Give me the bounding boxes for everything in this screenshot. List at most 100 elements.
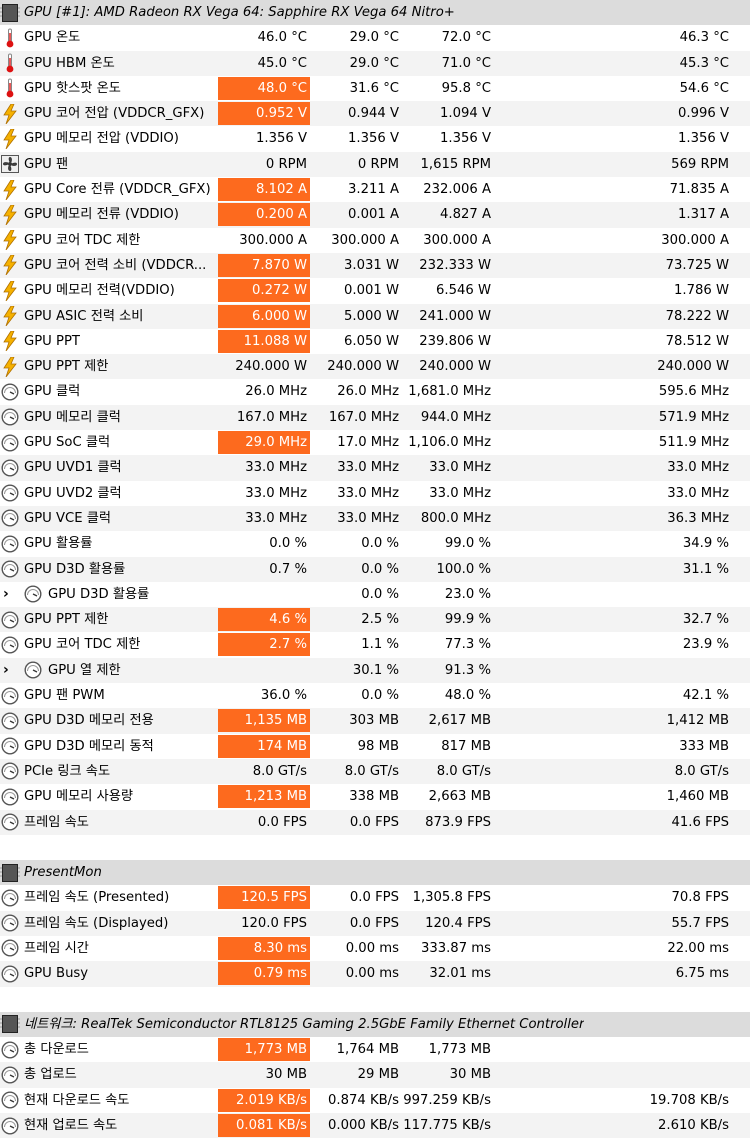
- sensor-row[interactable]: GPU ASIC 전력 소비 6.000 W 5.000 W 241.000 W 78.…: [0, 303, 750, 329]
- sensor-row[interactable]: 프레임 속도 (Displayed) 120.0 FPS 0.0 FPS 120.4 …: [0, 910, 750, 936]
- max-value: 72.0 °C: [441, 30, 491, 46]
- sensor-label: 프레임 속도 (Displayed): [24, 915, 169, 931]
- sensor-row[interactable]: GPU HBM 온도 45.0 °C 29.0 °C 71.0 °C 45.3 °C: [0, 50, 750, 76]
- sensor-row[interactable]: GPU 메모리 클럭 167.0 MHz 167.0 MHz 944.0 MHz 571…: [0, 404, 750, 431]
- sensor-row[interactable]: GPU 활용률 0.0 % 0.0 % 99.0 % 34.9 %: [0, 531, 750, 556]
- max-value: 333.87 ms: [420, 940, 491, 956]
- clock-icon: [0, 634, 20, 655]
- sensor-label: GPU 팬 PWM: [24, 688, 105, 704]
- min-value: 0.874 KB/s: [328, 1092, 399, 1108]
- sensor-table: GPU [#1]: AMD Radeon RX Vega 64: Sapphir…: [0, 0, 750, 1138]
- section-title: PresentMon: [24, 865, 102, 881]
- sensor-row[interactable]: GPU 코어 TDC 제한 2.7 % 1.1 % 77.3 % 23.9 %: [0, 632, 750, 657]
- sensor-label: GPU 코어 전력 소비 (VDDCR...: [24, 257, 207, 273]
- sensor-row[interactable]: GPU 팬 PWM 36.0 % 0.0 % 48.0 % 42.1 %: [0, 683, 750, 708]
- thermometer-icon: [0, 27, 20, 48]
- sensor-row[interactable]: GPU 팬 0 RPM 0 RPM 1,615 RPM 569 RPM: [0, 151, 750, 178]
- sensor-row[interactable]: GPU 메모리 전류 (VDDIO) 0.200 A 0.001 A 4.827 A 1…: [0, 202, 750, 228]
- sensor-row[interactable]: GPU D3D 메모리 동적 174 MB 98 MB 817 MB 333 MB: [0, 734, 750, 759]
- min-value: 5.000 W: [344, 308, 399, 324]
- sensor-label: 프레임 속도: [24, 814, 89, 830]
- sensor-row[interactable]: GPU 코어 TDC 제한 300.000 A 300.000 A 300.000 A…: [0, 228, 750, 253]
- sensor-label: GPU 코어 TDC 제한: [24, 637, 141, 653]
- sensor-row[interactable]: GPU PPT 제한 4.6 % 2.5 % 99.9 % 32.7 %: [0, 607, 750, 633]
- max-value: 100.0 %: [436, 561, 491, 577]
- section-title: GPU [#1]: AMD Radeon RX Vega 64: Sapphir…: [24, 5, 455, 20]
- max-value: 873.9 FPS: [425, 814, 491, 830]
- expand-arrow-icon[interactable]: ›: [3, 582, 9, 607]
- min-value: 33.0 MHz: [337, 460, 399, 476]
- sensor-row[interactable]: GPU PPT 제한 240.000 W 240.000 W 240.000 W 240…: [0, 354, 750, 380]
- thermometer-icon: [0, 53, 20, 74]
- sensor-row[interactable]: GPU VCE 클럭 33.0 MHz 33.0 MHz 800.0 MHz 36.3 …: [0, 505, 750, 532]
- current-value: 174 MB: [218, 734, 310, 758]
- sensor-row[interactable]: GPU D3D 메모리 전용 1,135 MB 303 MB 2,617 MB 1,41…: [0, 708, 750, 734]
- expand-arrow-icon[interactable]: ›: [3, 658, 9, 683]
- avg-value: 36.3 MHz: [667, 510, 729, 526]
- sensor-label: GPU Core 전류 (VDDCR_GFX): [24, 182, 211, 198]
- sensor-row[interactable]: GPU 메모리 사용량 1,213 MB 338 MB 2,663 MB 1,460 M…: [0, 784, 750, 809]
- sensor-row[interactable]: 프레임 시간 8.30 ms 0.00 ms 333.87 ms 22.00 ms: [0, 936, 750, 961]
- sensor-label: GPU D3D 메모리 전용: [24, 713, 154, 729]
- sensor-row[interactable]: GPU Core 전류 (VDDCR_GFX) 8.102 A 3.211 A 232…: [0, 177, 750, 202]
- sensor-row[interactable]: PCIe 링크 속도 8.0 GT/s 8.0 GT/s 8.0 GT/s 8.0 GT…: [0, 758, 750, 785]
- sensor-row[interactable]: 프레임 속도 0.0 FPS 0.0 FPS 873.9 FPS 41.6 FPS: [0, 809, 750, 835]
- sensor-label: 프레임 시간: [24, 940, 89, 956]
- sensor-row[interactable]: 현재 업로드 속도 0.081 KB/s 0.000 KB/s 117.775 KB/…: [0, 1113, 750, 1138]
- sensor-row[interactable]: GPU Busy 0.79 ms 0.00 ms 32.01 ms 6.75 ms: [0, 961, 750, 987]
- avg-value: 1.317 A: [678, 207, 729, 223]
- current-value: 0.79 ms: [218, 962, 310, 986]
- sensor-row[interactable]: GPU 메모리 전압 (VDDIO) 1.356 V 1.356 V 1.356 V 1…: [0, 126, 750, 151]
- sensor-row[interactable]: GPU PPT 11.088 W 6.050 W 239.806 W 78.512 W: [0, 329, 750, 354]
- current-value: 1.356 V: [256, 131, 307, 147]
- max-value: 6.546 W: [436, 283, 491, 299]
- section-header[interactable]: 네트워크: RealTek Semiconductor RTL8125 Gami…: [0, 1011, 750, 1038]
- min-value: 1,764 MB: [336, 1042, 399, 1058]
- max-value: 48.0 %: [444, 688, 491, 704]
- sensor-row[interactable]: GPU 코어 전압 (VDDCR_GFX) 0.952 V 0.944 V 1.094…: [0, 101, 750, 127]
- sensor-row[interactable]: GPU 클럭 26.0 MHz 26.0 MHz 1,681.0 MHz 595.6 M…: [0, 379, 750, 404]
- sensor-row[interactable]: GPU UVD2 클럭 33.0 MHz 33.0 MHz 33.0 MHz 33.0 …: [0, 481, 750, 506]
- sensor-row[interactable]: GPU SoC 클럭 29.0 MHz 17.0 MHz 1,106.0 MHz 511…: [0, 430, 750, 455]
- max-value: 944.0 MHz: [420, 409, 491, 425]
- max-value: 241.000 W: [419, 308, 491, 324]
- sensor-row[interactable]: 총 업로드 30 MB 29 MB 30 MB: [0, 1062, 750, 1088]
- section-title: 네트워크: RealTek Semiconductor RTL8125 Gami…: [24, 1016, 585, 1032]
- sensor-row[interactable]: GPU 코어 전력 소비 (VDDCR... 7.870 W 3.031 W 232.…: [0, 252, 750, 279]
- sensor-row[interactable]: › GPU D3D 활용률 0.0 % 23.0 %: [0, 582, 750, 607]
- fan-icon: [0, 154, 20, 175]
- min-value: 29.0 °C: [349, 55, 399, 71]
- section-header[interactable]: PresentMon: [0, 860, 750, 886]
- sensor-row[interactable]: GPU D3D 활용률 0.7 % 0.0 % 100.0 % 31.1 %: [0, 556, 750, 582]
- max-value: 997.259 KB/s: [403, 1092, 491, 1108]
- clock-icon: [0, 812, 20, 833]
- min-value: 0.0 FPS: [349, 814, 399, 830]
- max-value: 99.0 %: [444, 536, 491, 552]
- sensor-row[interactable]: GPU 핫스팟 온도 48.0 °C 31.6 °C 95.8 °C 54.6 °C: [0, 76, 750, 101]
- clock-icon: [0, 483, 20, 504]
- avg-value: 569 RPM: [671, 156, 729, 172]
- avg-value: 41.6 FPS: [671, 814, 729, 830]
- min-value: 300.000 A: [331, 232, 399, 248]
- avg-value: 595.6 MHz: [658, 384, 729, 400]
- current-value: 0.200 A: [218, 203, 310, 227]
- lightning-icon: [0, 306, 20, 327]
- current-value: 1,135 MB: [218, 709, 310, 733]
- chip-icon: [0, 2, 20, 23]
- sensor-row[interactable]: 총 다운로드 1,773 MB 1,764 MB 1,773 MB: [0, 1037, 750, 1062]
- current-value: 300.000 A: [239, 232, 307, 248]
- clock-icon: [0, 1064, 20, 1085]
- sensor-label: GPU HBM 온도: [24, 55, 115, 71]
- sensor-label: GPU ASIC 전력 소비: [24, 308, 144, 324]
- min-value: 30.1 %: [352, 662, 399, 678]
- sensor-label: GPU 팬: [24, 156, 69, 172]
- max-value: 2,617 MB: [428, 713, 491, 729]
- current-value: 45.0 °C: [257, 55, 307, 71]
- section-header[interactable]: GPU [#1]: AMD Radeon RX Vega 64: Sapphir…: [0, 0, 750, 26]
- sensor-row[interactable]: GPU 메모리 전력(VDDIO) 0.272 W 0.001 W 6.546 W 1.…: [0, 278, 750, 303]
- sensor-row[interactable]: GPU UVD1 클럭 33.0 MHz 33.0 MHz 33.0 MHz 33.0 …: [0, 455, 750, 481]
- sensor-row[interactable]: 프레임 속도 (Presented) 120.5 FPS 0.0 FPS 1,305.…: [0, 885, 750, 910]
- sensor-row[interactable]: GPU 온도 46.0 °C 29.0 °C 72.0 °C 46.3 °C: [0, 25, 750, 50]
- sensor-row[interactable]: 현재 다운로드 속도 2.019 KB/s 0.874 KB/s 997.259 KB…: [0, 1088, 750, 1113]
- sensor-row[interactable]: › GPU 열 제한 30.1 % 91.3 %: [0, 657, 750, 684]
